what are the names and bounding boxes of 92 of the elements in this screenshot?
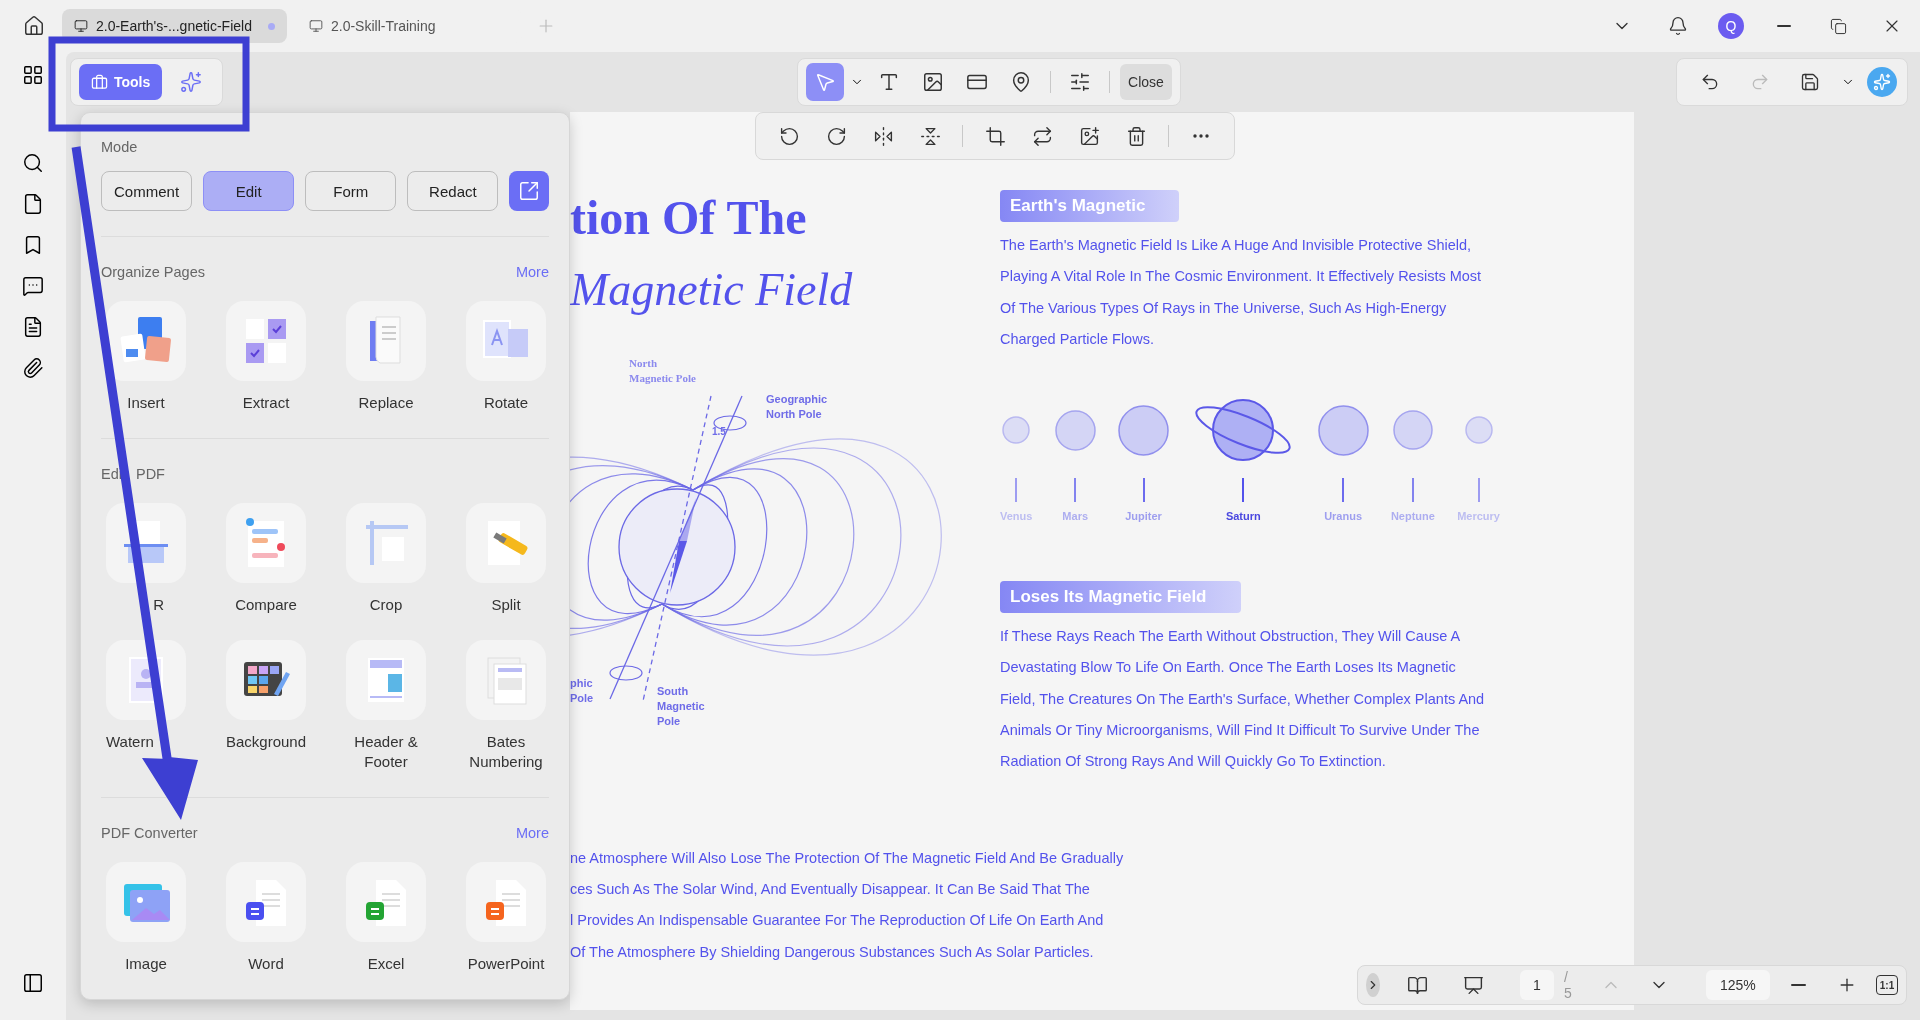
planet-label: Mars <box>1062 510 1089 523</box>
repeat-icon <box>1031 125 1053 147</box>
section-paragraph: The Earth's Magnetic Field Is Like A Huge And Invisible Protective Shield, Playing A Vital Role In The Cosmic Environment. It Effectively Resists Most Of The Various Types Of Rays in The Universe, Such As High-Energy Charged Particle Flows. <box>1000 236 1483 349</box>
apps-icon[interactable] <box>22 64 44 86</box>
section-label: Organize Pages <box>101 264 205 280</box>
image-tool-icon <box>922 71 945 93</box>
tool-item[interactable]: Replace <box>326 301 446 413</box>
trash-icon <box>1125 125 1147 147</box>
document-subtitle: Magnetic Field <box>570 263 854 317</box>
section-paragraph: If These Rays Reach The Earth Without Obstruction, They Will Cause A Devastating Blow To Life On Earth. Once The Earth Loses Its Magnetic Field, The Creatures On The Earth's Surface, Whether Complex Plants And Animals Or Tiny Microorganisms, Will Find It Difficult To Survive Under The Radiation Of Strong Rays And Will Quickly Go To Extinction. <box>1000 627 1486 772</box>
minimize-icon <box>1777 25 1791 27</box>
select-tool-button[interactable] <box>806 63 845 101</box>
tool-item[interactable]: Crop <box>326 503 446 615</box>
document-title: tion Of The <box>570 190 808 246</box>
mode-button[interactable]: Comment <box>101 171 193 211</box>
tool-item[interactable]: Image <box>86 862 206 974</box>
attachment-icon[interactable] <box>22 357 44 379</box>
monitor-icon <box>74 19 88 33</box>
tool-item[interactable]: Compare <box>206 503 326 615</box>
page-number-field[interactable]: 1 <box>1520 970 1554 1000</box>
tool-item[interactable]: Split <box>446 503 566 615</box>
tool-item[interactable]: Header & Footer <box>326 640 446 772</box>
sliders-icon <box>1069 71 1092 93</box>
tool-item[interactable]: Bates Numbering <box>446 640 566 772</box>
user-avatar[interactable]: Q <box>1718 13 1744 39</box>
tool-item[interactable]: Rotate <box>446 301 566 413</box>
undo-icon <box>1700 72 1720 92</box>
diagram-label: North Magnetic Pole <box>629 357 696 384</box>
planet-label: Uranus <box>1324 510 1363 523</box>
page-count: / 5 <box>1564 969 1572 1001</box>
sparkle-icon <box>180 71 203 93</box>
search-icon[interactable] <box>22 152 44 174</box>
briefcase-icon <box>91 73 108 91</box>
crop-icon <box>984 125 1006 147</box>
tool-item[interactable]: Excel <box>326 862 446 974</box>
page-icon[interactable] <box>22 193 44 215</box>
planet-label: Venus <box>1000 510 1033 523</box>
text-line: Of The Atmosphere By Shielding Dangerous Substances Such As Solar Particles. <box>570 942 1095 962</box>
actual-size-button[interactable]: 1:1 <box>1875 975 1899 995</box>
text-line: ces Such As The Solar Wind, And Eventually Disappear. It Can Be Said That The <box>570 879 1091 899</box>
flip-vertical-icon <box>919 125 941 147</box>
image-plus-icon <box>1078 125 1100 147</box>
monitor-icon <box>309 19 323 33</box>
redo-icon <box>1750 72 1770 92</box>
tools-button[interactable]: Tools <box>79 64 163 100</box>
minus-icon <box>1791 984 1807 986</box>
assistant-button[interactable] <box>1867 67 1897 97</box>
close-button[interactable]: Close <box>1120 64 1172 100</box>
section-label: Mode <box>101 139 139 155</box>
panel-icon[interactable] <box>22 972 44 994</box>
open-external-button[interactable] <box>509 171 549 211</box>
diagram-label: phic Pole <box>570 677 594 704</box>
expand-button[interactable] <box>1366 973 1380 997</box>
mode-button[interactable]: Redact <box>407 171 499 211</box>
restore-icon <box>1829 17 1847 35</box>
planet-label: Saturn <box>1225 510 1261 523</box>
rotate-left-icon <box>778 125 800 147</box>
text-line: l Provides An Indispensable Guarantee For The Reproduction Of Life On Earth And <box>570 911 1105 931</box>
tool-item[interactable]: PowerPoint <box>446 862 566 974</box>
more-link[interactable]: More <box>515 264 549 280</box>
text-line: ne Atmosphere Will Also Lose The Protection Of The Magnetic Field And Be Gradually <box>570 848 1125 868</box>
planet-label: Mercury <box>1457 510 1500 523</box>
presentation-icon <box>1462 974 1484 996</box>
section-heading: Earth's Magnetic <box>1000 190 1180 222</box>
save-icon <box>1800 72 1820 92</box>
section-label: Edi <box>101 466 122 482</box>
tool-item[interactable]: Word <box>206 862 326 974</box>
section-label: PDF <box>135 466 165 482</box>
diagram-label: South Magnetic Pole <box>657 685 705 727</box>
tool-item[interactable]: Extract <box>206 301 326 413</box>
diagram-label: Geographic North Pole <box>766 393 828 420</box>
zoom-field[interactable]: 125% <box>1705 970 1770 1000</box>
book-icon <box>1406 974 1428 996</box>
comment-icon[interactable] <box>22 275 44 297</box>
more-icon <box>1193 134 1209 138</box>
external-link-icon <box>518 180 541 202</box>
rotate-right-icon <box>825 125 847 147</box>
bell-icon <box>1668 16 1688 36</box>
more-link[interactable]: More <box>515 825 549 841</box>
mode-button[interactable]: Form <box>305 171 397 211</box>
section-heading: Loses Its Magnetic Field <box>1000 581 1241 614</box>
flip-horizontal-icon <box>872 125 894 147</box>
house-icon <box>23 15 45 37</box>
angle-label: 1.5 <box>712 426 726 437</box>
pointer-icon <box>814 71 837 93</box>
document-icon[interactable] <box>22 316 44 338</box>
planet-label: Neptune <box>1390 510 1435 523</box>
tool-item[interactable]: Background <box>206 640 326 772</box>
section-label: PDF Converter <box>101 825 198 841</box>
mode-button[interactable]: Edit <box>203 171 295 211</box>
sparkle-icon <box>1873 73 1891 91</box>
planet-label: Jupiter <box>1125 510 1162 523</box>
